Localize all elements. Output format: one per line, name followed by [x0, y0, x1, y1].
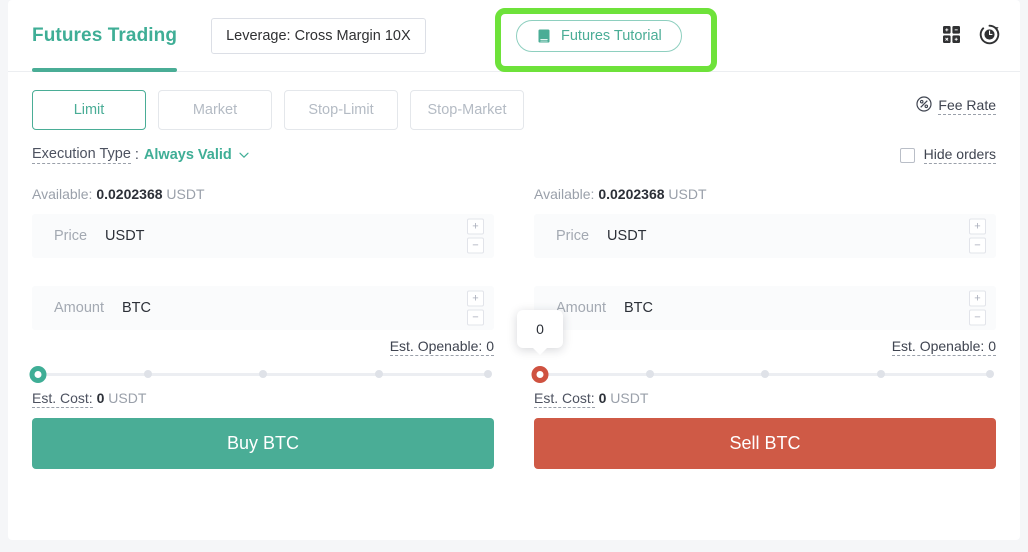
sell-slider-tooltip: 0: [517, 310, 563, 348]
order-columns: Available: 0.0202368 USDT Price USDT + −…: [8, 164, 1020, 469]
buy-slider-tick-25[interactable]: [144, 370, 152, 378]
sell-amount-field[interactable]: Amount BTC + −: [534, 286, 996, 330]
sell-amount-increment[interactable]: +: [969, 291, 986, 307]
panel-header: Futures Trading Leverage: Cross Margin 1…: [8, 0, 1020, 72]
order-type-tab-stop-market[interactable]: Stop-Market: [410, 90, 524, 130]
execution-type-row: Execution Type : Always Valid Hide order…: [8, 130, 1020, 164]
futures-trading-panel: Futures Trading Leverage: Cross Margin 1…: [8, 0, 1020, 540]
buy-amount-field[interactable]: Amount BTC + −: [32, 286, 494, 330]
buy-slider-tick-100[interactable]: [484, 370, 492, 378]
sell-price-field[interactable]: Price USDT + −: [534, 214, 996, 258]
buy-available-label: Available:: [32, 186, 92, 202]
buy-amount-increment[interactable]: +: [467, 291, 484, 307]
sell-est-cost-label: Est. Cost:: [534, 390, 595, 408]
order-type-tab-market[interactable]: Market: [158, 90, 272, 130]
hide-orders-label: Hide orders: [924, 146, 996, 164]
sell-price-steppers: + −: [969, 219, 986, 254]
sell-available-value: 0.0202368: [598, 186, 664, 202]
sell-slider-block: Est. Openable: 0 0: [534, 338, 996, 386]
sell-available: Available: 0.0202368 USDT: [534, 186, 996, 202]
sell-slider-tick-100[interactable]: [986, 370, 994, 378]
buy-price-field[interactable]: Price USDT + −: [32, 214, 494, 258]
buy-button[interactable]: Buy BTC: [32, 418, 494, 469]
buy-est-cost-unit: USDT: [108, 390, 146, 406]
buy-available-value: 0.0202368: [96, 186, 162, 202]
page-title-wrap: Futures Trading: [32, 0, 177, 72]
buy-amount-label: Amount: [54, 300, 104, 316]
sell-amount-label: Amount: [556, 300, 606, 316]
sell-est-cost-unit: USDT: [610, 390, 648, 406]
fee-rate-link[interactable]: Fee Rate: [916, 96, 996, 115]
order-type-tabs: Limit Market Stop-Limit Stop-Market: [32, 90, 524, 130]
buy-amount-steppers: + −: [467, 291, 484, 326]
buy-slider-tick-50[interactable]: [259, 370, 267, 378]
sell-price-label: Price: [556, 228, 589, 244]
buy-est-openable: Est. Openable: 0: [390, 338, 494, 356]
sell-est-cost: Est. Cost: 0 USDT: [534, 390, 996, 406]
leverage-button[interactable]: Leverage: Cross Margin 10X: [211, 18, 426, 54]
hide-orders-box: [900, 148, 915, 163]
sell-column: Available: 0.0202368 USDT Price USDT + −…: [534, 186, 996, 469]
book-icon: [536, 28, 552, 44]
percent-circle-icon: [916, 96, 932, 115]
sell-available-label: Available:: [534, 186, 594, 202]
execution-type-value: Always Valid: [144, 147, 232, 163]
sell-price-decrement[interactable]: −: [969, 238, 986, 254]
buy-price-increment[interactable]: +: [467, 219, 484, 235]
page-title: Futures Trading: [32, 25, 177, 47]
page-title-underline: [32, 68, 177, 72]
order-type-tab-stop-limit[interactable]: Stop-Limit: [284, 90, 398, 130]
hide-orders-checkbox[interactable]: Hide orders: [900, 146, 996, 164]
buy-est-cost-label: Est. Cost:: [32, 390, 93, 408]
buy-est-cost-value: 0: [97, 390, 105, 406]
sell-amount-unit: BTC: [624, 300, 653, 316]
calculator-icon[interactable]: [942, 25, 961, 44]
sell-amount-decrement[interactable]: −: [969, 310, 986, 326]
sell-amount-steppers: + −: [969, 291, 986, 326]
execution-type-select[interactable]: Always Valid: [144, 147, 250, 163]
sell-price-increment[interactable]: +: [969, 219, 986, 235]
sell-price-unit: USDT: [607, 228, 646, 244]
futures-tutorial-label: Futures Tutorial: [561, 28, 662, 44]
buy-slider-block: Est. Openable: 0: [32, 338, 494, 386]
chevron-down-icon: [238, 149, 250, 161]
buy-available: Available: 0.0202368 USDT: [32, 186, 494, 202]
order-type-tab-limit[interactable]: Limit: [32, 90, 146, 130]
sell-button[interactable]: Sell BTC: [534, 418, 996, 469]
order-history-icon[interactable]: [979, 24, 1000, 45]
execution-type-separator: :: [135, 147, 139, 163]
buy-price-label: Price: [54, 228, 87, 244]
buy-est-cost: Est. Cost: 0 USDT: [32, 390, 494, 406]
buy-amount-unit: BTC: [122, 300, 151, 316]
sell-slider-tick-75[interactable]: [877, 370, 885, 378]
buy-column: Available: 0.0202368 USDT Price USDT + −…: [32, 186, 494, 469]
buy-price-unit: USDT: [105, 228, 144, 244]
sell-est-cost-value: 0: [599, 390, 607, 406]
sell-slider-tick-25[interactable]: [646, 370, 654, 378]
order-type-row: Limit Market Stop-Limit Stop-Market Fee …: [8, 72, 1020, 130]
buy-available-unit: USDT: [166, 186, 204, 202]
sell-slider-handle[interactable]: [532, 366, 549, 383]
futures-tutorial-button[interactable]: Futures Tutorial: [516, 20, 682, 52]
buy-slider-handle[interactable]: [30, 366, 47, 383]
sell-available-unit: USDT: [668, 186, 706, 202]
header-icon-group: [942, 24, 1000, 45]
buy-amount-slider[interactable]: [32, 366, 494, 382]
sell-amount-slider[interactable]: 0: [534, 366, 996, 382]
execution-type-label: Execution Type: [32, 146, 131, 164]
fee-rate-label: Fee Rate: [938, 97, 996, 115]
buy-price-steppers: + −: [467, 219, 484, 254]
sell-slider-tick-50[interactable]: [761, 370, 769, 378]
sell-est-openable: Est. Openable: 0: [892, 338, 996, 356]
buy-amount-decrement[interactable]: −: [467, 310, 484, 326]
buy-price-decrement[interactable]: −: [467, 238, 484, 254]
buy-slider-tick-75[interactable]: [375, 370, 383, 378]
